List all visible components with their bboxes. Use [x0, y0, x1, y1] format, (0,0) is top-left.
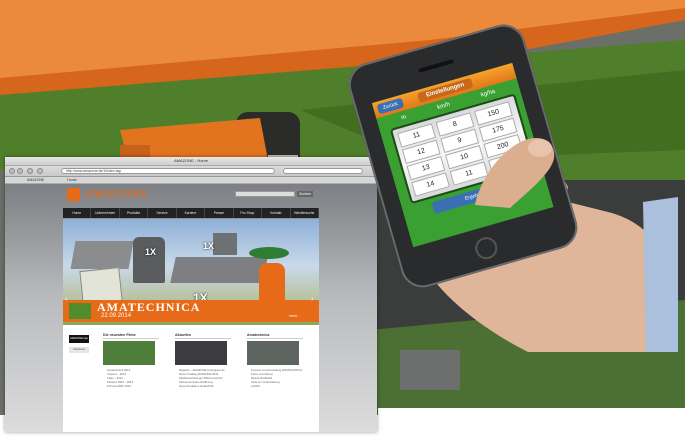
facebook-link[interactable]: Facebook: [69, 347, 89, 353]
more-link[interactable]: mehr...: [289, 314, 300, 318]
hero-x-label: 1X: [145, 247, 157, 257]
chevron-left-icon[interactable]: ‹: [65, 294, 68, 303]
event-thumbnail[interactable]: [247, 341, 299, 365]
hero-caption: AMATECHNICA 22.09.2014 mehr...: [63, 300, 319, 322]
site-logo[interactable]: AMAZONE: [84, 188, 148, 201]
menu-item[interactable]: Karriere: [177, 208, 206, 218]
column-heading: Die neuesten Filme: [103, 333, 159, 339]
address-bar[interactable]: http://www.amazone.de/1/index.asp: [61, 168, 275, 174]
bookmarks-bar: AMAZONE Home: [5, 177, 377, 184]
jacket-image: [133, 237, 165, 283]
home-icon[interactable]: [37, 168, 43, 174]
unit-label: m: [400, 114, 408, 122]
event-date: 22.09.2014: [101, 313, 132, 319]
mascot-hat: [249, 247, 289, 259]
menu-item[interactable]: Produkte: [120, 208, 149, 218]
hero-x-label: 1X: [203, 241, 215, 251]
menu-item[interactable]: Händlersuche: [291, 208, 319, 218]
menu-item[interactable]: Service: [148, 208, 177, 218]
menu-item[interactable]: Home: [63, 208, 92, 218]
list-item[interactable]: Neue Produkte Landtechnik: [179, 384, 231, 388]
browser-search-input[interactable]: [283, 168, 363, 174]
chevron-right-icon[interactable]: ›: [311, 294, 314, 303]
bookmark-item[interactable]: Home: [67, 178, 76, 182]
thumb-image: [475, 138, 555, 208]
logo-icon: [67, 188, 80, 201]
photo-composite: AMAZONE - Home http://www.amazone.de/1/i…: [0, 0, 685, 439]
menu-item[interactable]: Presse: [205, 208, 234, 218]
browser-window: AMAZONE - Home http://www.amazone.de/1/i…: [5, 157, 377, 432]
website-content: AMAZONE Suchen Home Unternehmen Produkte…: [63, 184, 319, 432]
website-page: AMAZONE Suchen Home Unternehmen Produkte…: [5, 184, 377, 432]
bookmark-item[interactable]: AMAZONE: [27, 178, 44, 182]
site-search-button[interactable]: Suchen: [297, 191, 313, 197]
column-heading: Amatechnica: [247, 333, 303, 339]
content-columns: AMAZONE App Facebook Die neuesten Filme …: [63, 325, 319, 432]
event-badge: [69, 303, 91, 319]
browser-toolbar: http://www.amazone.de/1/index.asp: [5, 166, 377, 177]
window-title: AMAZONE - Home: [173, 158, 208, 163]
reload-icon[interactable]: [27, 168, 33, 174]
column-amatechnica: Amatechnica Termine und Anmeldung AMATEC…: [247, 333, 303, 388]
app-badge[interactable]: AMAZONE App: [69, 335, 89, 343]
column-heading: Aktuelles: [175, 333, 231, 339]
tower-image: [213, 233, 237, 255]
back-icon[interactable]: [9, 168, 15, 174]
menu-item[interactable]: Kontakt: [262, 208, 291, 218]
event-title: AMATECHNICA: [97, 300, 201, 314]
unit-label: km/h: [436, 101, 451, 112]
site-search-input[interactable]: [235, 191, 295, 197]
column-news: Aktuelles Magazin – AMAZONE Arrangements…: [175, 333, 231, 388]
browser-titlebar: AMAZONE - Home: [5, 157, 377, 166]
spreader-image: [170, 257, 268, 283]
list-item[interactable]: Anfahrt: [251, 384, 303, 388]
forward-icon[interactable]: [17, 168, 23, 174]
unit-label: kg/ha: [480, 88, 497, 99]
menu-item[interactable]: Pro-Shop: [234, 208, 263, 218]
menu-item[interactable]: Unternehmen: [91, 208, 120, 218]
column-films: Die neuesten Filme Amatechnica 2014 Caye…: [103, 333, 159, 388]
list-item[interactable]: Primera DMC 2013: [107, 384, 159, 388]
back-button[interactable]: Zurück: [376, 97, 405, 115]
main-menu: Home Unternehmen Produkte Service Karrie…: [63, 208, 319, 218]
news-thumbnail[interactable]: [175, 341, 227, 365]
machine-image: [70, 241, 134, 269]
video-thumbnail[interactable]: [103, 341, 155, 365]
